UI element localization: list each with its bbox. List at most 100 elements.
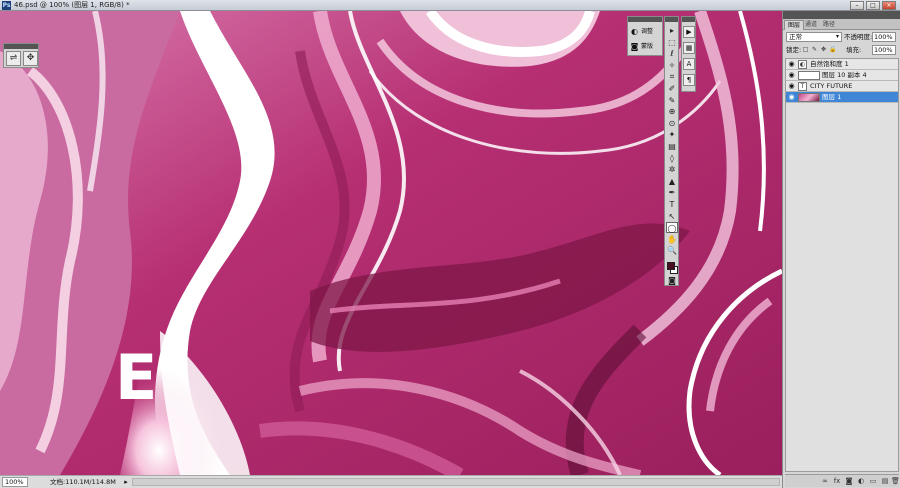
marquee-tool-icon[interactable]: ⬚	[666, 37, 678, 48]
layer-row[interactable]: ◉ T CITY FUTURE	[786, 81, 898, 92]
status-bar: 100% 文档:110.1M/114.8M ▸	[0, 475, 782, 488]
lock-position-icon[interactable]: ✥	[820, 46, 827, 53]
panel-header[interactable]	[4, 44, 38, 49]
layers-footer: ∞ fx ◙ ◐ ▭ ▤ 🗑	[785, 474, 900, 487]
blur-tool-icon[interactable]: ✲	[666, 164, 678, 175]
layer-name: 图层 10 副本 4	[822, 71, 867, 79]
panel-header[interactable]	[783, 11, 900, 19]
maximize-button[interactable]: □	[866, 1, 880, 10]
eye-icon[interactable]: ◉	[787, 60, 796, 69]
lasso-tool-icon[interactable]: ℓ	[666, 48, 678, 59]
opacity-label: 不透明度:	[844, 33, 873, 41]
link-layers-icon[interactable]: ∞	[821, 477, 829, 485]
fill-label: 填充:	[846, 46, 862, 54]
paragraph-icon[interactable]: ¶	[683, 74, 695, 86]
gradient-tool-icon[interactable]: ◊	[666, 153, 678, 164]
panel-header[interactable]	[665, 17, 678, 22]
layer-thumbnail	[798, 71, 820, 80]
title-bar: Ps 46.psd @ 100% (图层 1, RGB/8) *	[0, 0, 900, 11]
adjustments-masks-panel: ◐ 调整 ◙ 蒙版	[627, 16, 663, 56]
eye-icon[interactable]: ◉	[787, 82, 796, 91]
layer-name: 自然饱和度 1	[810, 60, 849, 68]
masks-label: 蒙版	[641, 43, 654, 50]
path-select-tool-icon[interactable]: ↖	[666, 211, 678, 222]
dodge-tool-icon[interactable]: ▲	[666, 176, 678, 187]
adjustment-layer-icon[interactable]: ◐	[857, 477, 865, 485]
eye-icon[interactable]: ◉	[787, 93, 796, 102]
layer-style-icon[interactable]: fx	[833, 477, 841, 485]
layer-name: 图层 1	[822, 93, 842, 101]
panel-header[interactable]	[628, 17, 662, 22]
blend-mode-value: 正常	[789, 33, 802, 41]
type-tool-icon[interactable]: T	[666, 199, 678, 210]
layer-name: CITY FUTURE	[810, 82, 853, 90]
adjustment-thumb-icon: ◐	[798, 60, 807, 69]
blend-opacity-row: 正常 ▾ 不透明度: 100%	[786, 32, 898, 43]
panel-header[interactable]	[682, 17, 695, 22]
lock-label: 锁定:	[786, 46, 802, 54]
sliders-icon[interactable]: ⇌	[6, 51, 21, 66]
window-controls: – □ ×	[848, 0, 900, 11]
document-title: 46.psd @ 100% (图层 1, RGB/8) *	[14, 1, 130, 9]
masks-item[interactable]: ◙ 蒙版	[630, 40, 662, 53]
collapsed-panels-dock: ▶ ▦ A ¶	[681, 16, 696, 92]
layer-row[interactable]: ◉ 图层 1	[786, 92, 898, 103]
zoom-field[interactable]: 100%	[2, 477, 28, 487]
tab-channels[interactable]: 通道	[802, 20, 820, 30]
character-icon[interactable]: A	[683, 58, 695, 70]
eyedropper-tool-icon[interactable]: ✐	[666, 83, 678, 94]
new-layer-icon[interactable]: ▤	[881, 477, 889, 485]
adjustments-item[interactable]: ◐ 调整	[630, 25, 662, 38]
puppet-icon[interactable]: ✥	[23, 51, 38, 66]
pen-tool-icon[interactable]: ✒	[666, 187, 678, 198]
zoom-tool-icon[interactable]: 🔍	[666, 245, 678, 256]
layer-thumbnail	[798, 93, 820, 102]
layer-row[interactable]: ◉ ◐ 自然饱和度 1	[786, 59, 898, 70]
clone-stamp-tool-icon[interactable]: ⊙	[666, 118, 678, 129]
horizontal-scrollbar[interactable]	[132, 478, 780, 486]
minimize-button[interactable]: –	[850, 1, 864, 10]
healing-brush-tool-icon[interactable]: ✎	[666, 95, 678, 106]
chevron-down-icon: ▾	[835, 33, 839, 40]
brush-tool-icon[interactable]: ⊕	[666, 106, 678, 117]
layer-row[interactable]: ◉ 图层 10 副本 4	[786, 70, 898, 81]
lock-all-icon[interactable]: 🔒	[829, 46, 836, 53]
opacity-input[interactable]: 100%	[872, 32, 896, 42]
shape-tool-icon[interactable]: ◯	[666, 222, 678, 234]
mask-icon: ◙	[630, 42, 639, 51]
lock-pixels-icon[interactable]: ✎	[811, 46, 818, 53]
layers-list: ◉ ◐ 自然饱和度 1 ◉ 图层 10 副本 4 ◉ T CITY FUTURE…	[785, 58, 899, 472]
quick-mask-icon[interactable]: ◙	[666, 275, 678, 286]
adjust-icon: ◐	[631, 27, 638, 36]
document-info[interactable]: 文档:110.1M/114.8M	[50, 478, 116, 487]
add-mask-icon[interactable]: ◙	[845, 477, 853, 485]
photoshop-app-icon: Ps	[2, 1, 11, 10]
move-tool-icon[interactable]: ▸	[666, 25, 678, 36]
status-menu-arrow-icon[interactable]: ▸	[122, 477, 130, 487]
photoshop-window: Ps 46.psd @ 100% (图层 1, RGB/8) * – □ × E…	[0, 0, 900, 488]
eye-icon[interactable]: ◉	[787, 71, 796, 80]
floating-options-panel: ⇌ ✥	[3, 43, 39, 68]
blend-mode-select[interactable]: 正常 ▾	[786, 32, 842, 42]
eraser-tool-icon[interactable]: ▤	[666, 141, 678, 152]
lock-fill-row: 锁定: □ ✎ ✥ 🔒 填充: 100%	[786, 45, 898, 56]
overlay-letter: E	[115, 341, 158, 414]
new-group-icon[interactable]: ▭	[869, 477, 877, 485]
swatches-icon[interactable]: ▦	[683, 42, 695, 54]
close-button[interactable]: ×	[882, 1, 896, 10]
text-layer-icon: T	[798, 82, 807, 91]
fill-input[interactable]: 100%	[872, 45, 896, 55]
actions-icon[interactable]: ▶	[683, 26, 695, 38]
lock-transparency-icon[interactable]: □	[802, 46, 809, 53]
history-brush-tool-icon[interactable]: ✦	[666, 129, 678, 140]
tab-paths[interactable]: 路径	[820, 20, 838, 30]
tab-layers[interactable]: 图层	[784, 20, 805, 30]
trash-icon[interactable]: 🗑	[891, 477, 900, 485]
hand-tool-icon[interactable]: ✋	[666, 234, 678, 245]
adjustments-label: 调整	[641, 28, 654, 35]
foreground-color-swatch[interactable]	[667, 262, 675, 270]
tools-panel: ▸ ⬚ ℓ ✧ ⌗ ✐ ✎ ⊕ ⊙ ✦ ▤ ◊ ✲ ▲ ✒ T ↖ ◯ ✋ 🔍 ◙	[664, 16, 679, 286]
crop-tool-icon[interactable]: ⌗	[666, 71, 678, 82]
layers-dock: 图层 通道 路径 正常 ▾ 不透明度: 100% 锁定: □ ✎ ✥ 🔒 填充:…	[782, 11, 900, 488]
quick-select-tool-icon[interactable]: ✧	[666, 60, 678, 71]
